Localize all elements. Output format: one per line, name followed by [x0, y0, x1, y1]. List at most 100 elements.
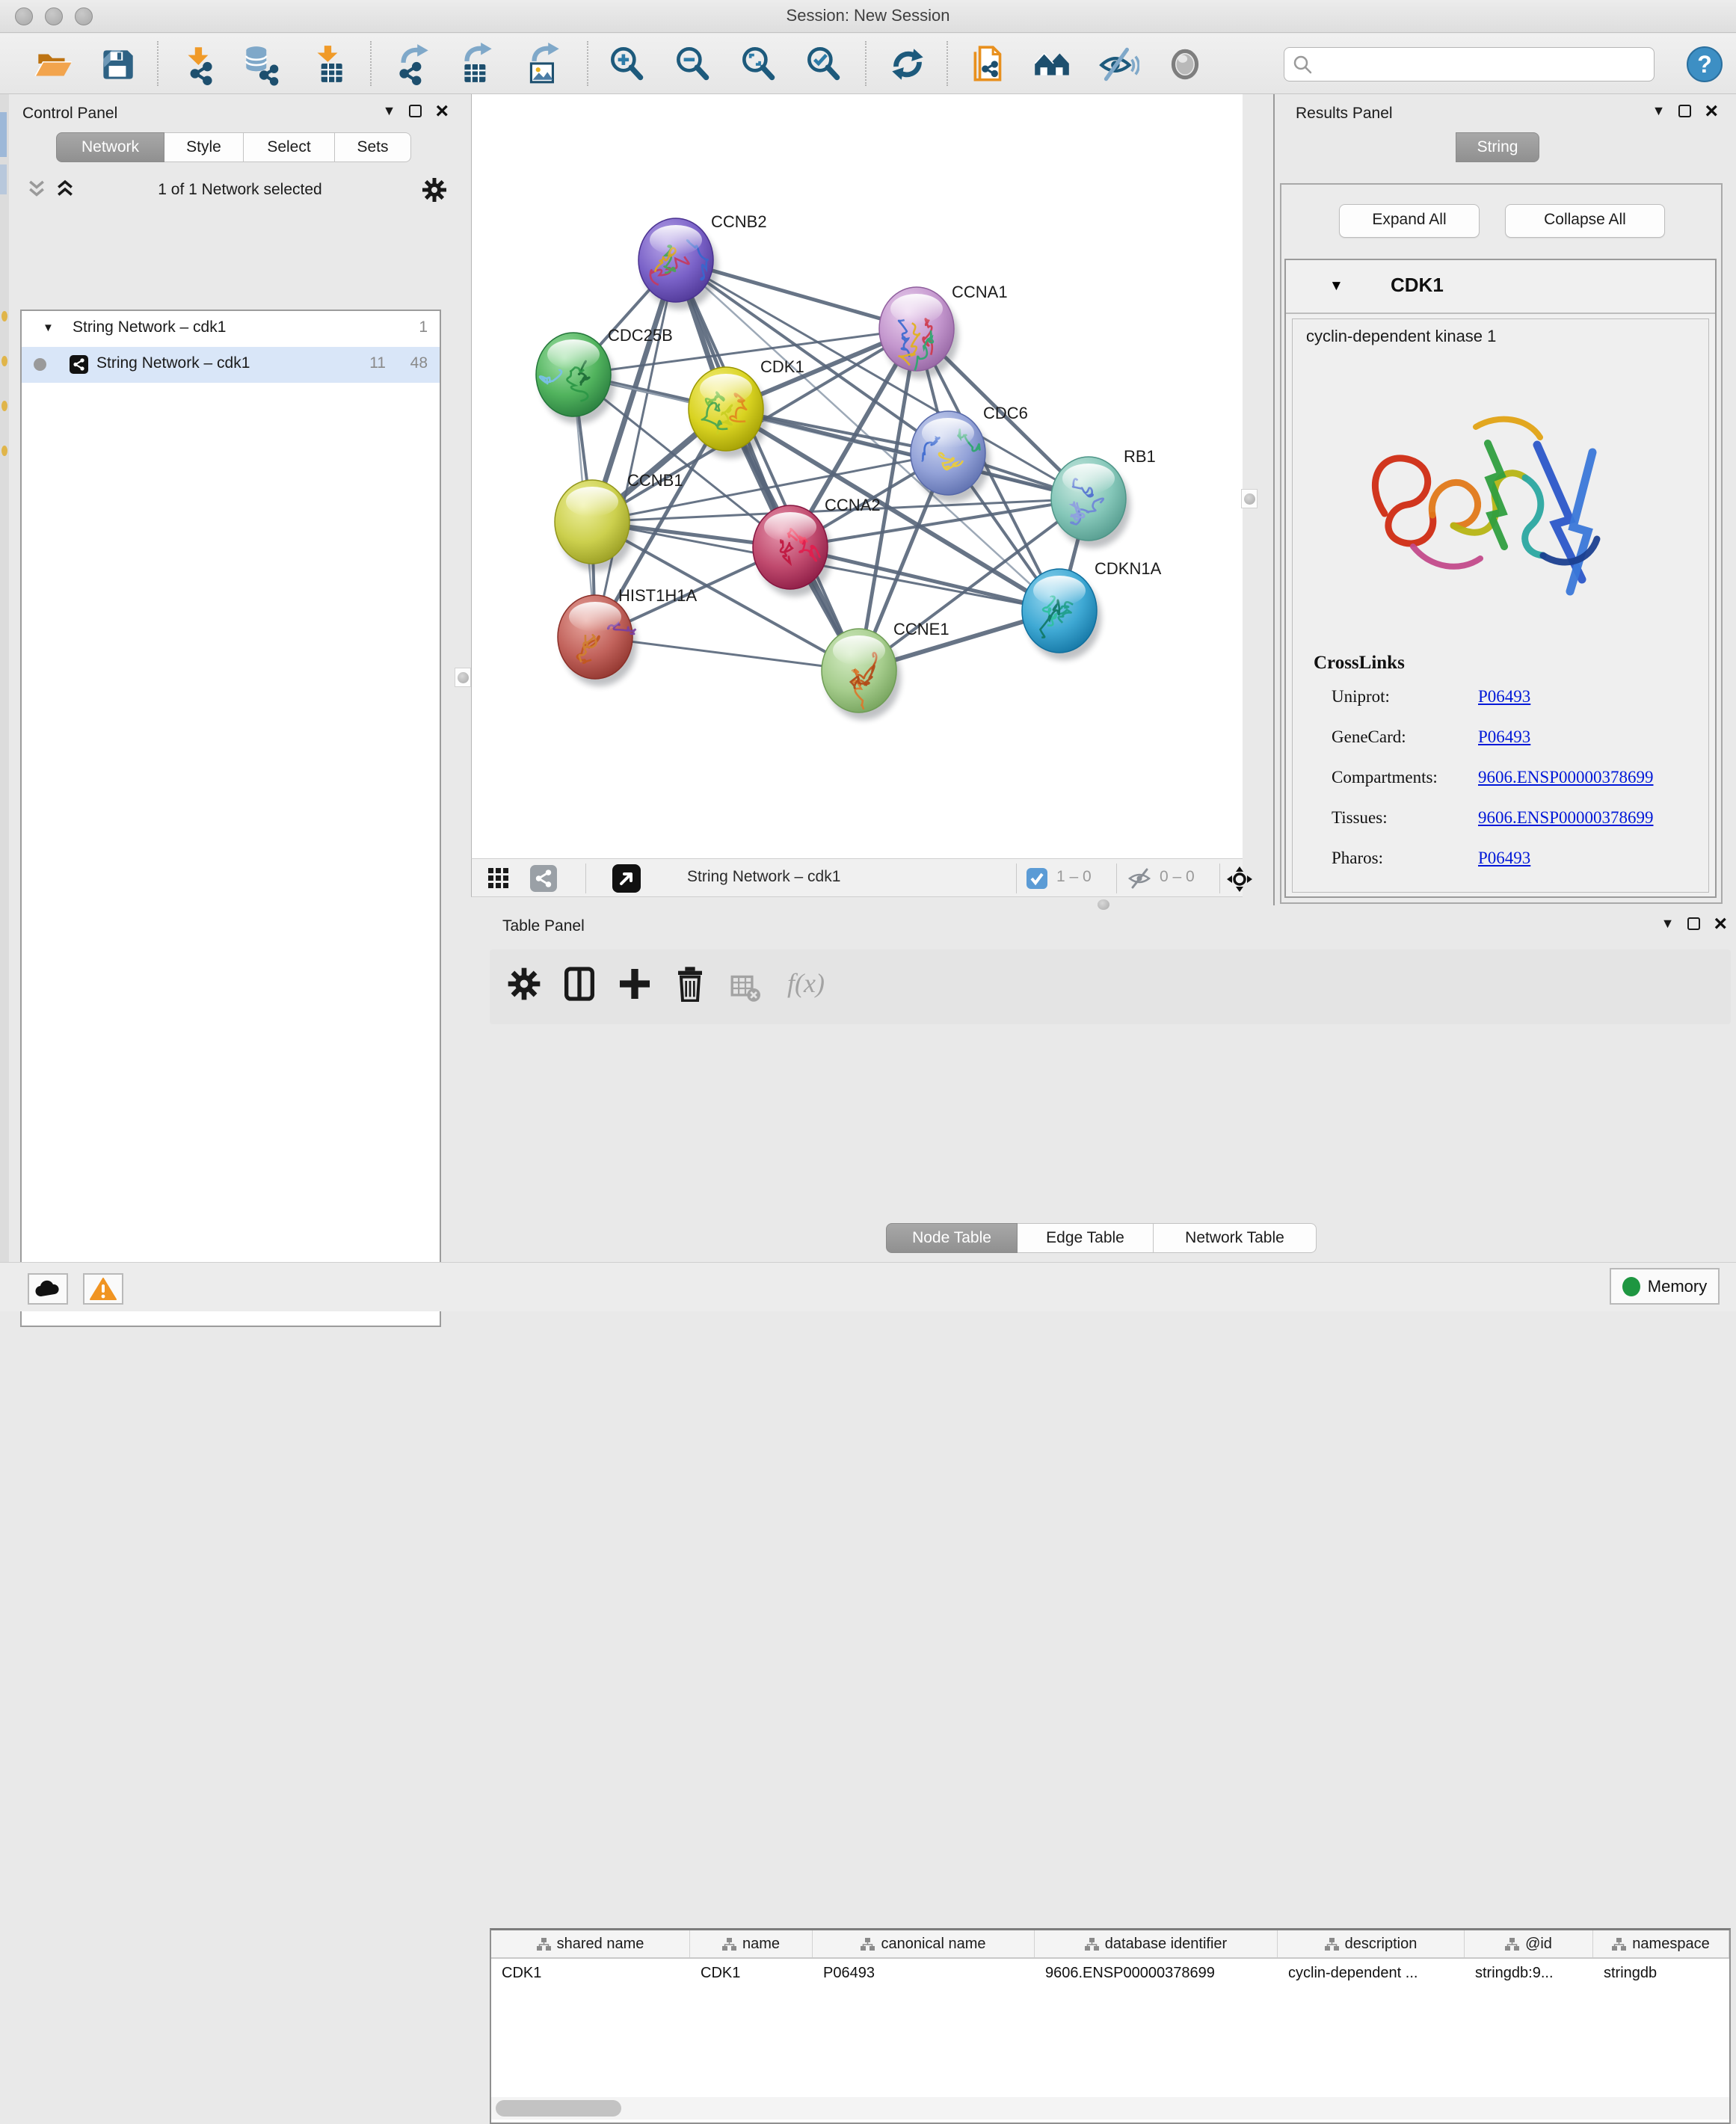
network-canvas[interactable]: CCNB2CCNA1CDC25BCDK1CDC6RB1CCNB1CCNA2CDK… — [471, 94, 1243, 858]
control-panel-menu-icon[interactable]: ▼ — [383, 103, 396, 119]
show-columns-button[interactable] — [561, 966, 600, 1005]
node-CCNB2[interactable]: CCNB2 — [638, 212, 767, 310]
tab-style[interactable]: Style — [164, 132, 244, 162]
tree-expand-icon[interactable]: ▼ — [43, 321, 54, 334]
column-header-namespace[interactable]: namespace — [1593, 1930, 1729, 1957]
crosslink-link[interactable]: P06493 — [1478, 727, 1530, 747]
zoom-out-button[interactable] — [671, 43, 714, 86]
tab-network[interactable]: Network — [56, 132, 164, 162]
delete-column-button[interactable] — [672, 966, 711, 1005]
warnings-button[interactable] — [83, 1273, 123, 1305]
column-header-name[interactable]: name — [690, 1930, 813, 1957]
column-header-database-identifier[interactable]: database identifier — [1035, 1930, 1278, 1957]
zoom-fit-button[interactable] — [736, 43, 780, 86]
help-button[interactable]: ? — [1684, 44, 1728, 87]
table-hscrollbar[interactable] — [491, 2097, 1729, 2120]
cell-namespace[interactable]: stringdb — [1593, 1959, 1729, 1987]
crosslink-link[interactable]: P06493 — [1478, 849, 1530, 868]
node-CCNA1[interactable]: CCNA1 — [879, 283, 1008, 378]
string-import-button[interactable] — [967, 43, 1011, 86]
string-home-button[interactable] — [1030, 43, 1074, 86]
left-splitter-handle[interactable] — [455, 668, 471, 687]
zoom-selected-button[interactable] — [801, 43, 845, 86]
protein-panel-header[interactable]: ▼ CDK1 — [1286, 260, 1715, 314]
selected-nodes-checkbox-icon[interactable] — [1026, 868, 1047, 889]
edge-CCNB2-CCNE1[interactable] — [676, 260, 859, 671]
table-panel-close-icon[interactable]: × — [1714, 917, 1727, 930]
hidden-items-icon[interactable] — [1127, 867, 1152, 890]
toggle-glass-effect-button[interactable] — [1163, 43, 1207, 86]
tab-node-table[interactable]: Node Table — [886, 1223, 1018, 1253]
tab-edge-table[interactable]: Edge Table — [1018, 1223, 1154, 1253]
table-toolbar: f(x) — [490, 949, 1731, 1024]
search-input[interactable] — [1284, 47, 1655, 81]
export-table-button[interactable] — [456, 43, 499, 86]
control-panel-float-icon[interactable] — [409, 105, 422, 117]
protein-description: cyclin-dependent kinase 1 — [1306, 327, 1496, 346]
plus-icon — [617, 966, 653, 1002]
import-network-file-button[interactable] — [178, 43, 221, 86]
tab-string[interactable]: String — [1456, 132, 1539, 162]
node-label-CCNE1: CCNE1 — [893, 620, 949, 638]
collapse-section-icon[interactable]: ▼ — [1329, 278, 1343, 295]
birdseye-view-button[interactable] — [612, 864, 641, 893]
right-splitter-handle[interactable] — [1241, 489, 1258, 508]
column-header-description[interactable]: description — [1278, 1930, 1465, 1957]
fit-content-button[interactable] — [1225, 865, 1254, 893]
network-panel-gear-button[interactable] — [421, 176, 448, 203]
crosslink-link[interactable]: 9606.ENSP00000378699 — [1478, 768, 1654, 787]
collapse-all-button[interactable]: Collapse All — [1505, 204, 1665, 238]
node-CDKN1A[interactable]: CDKN1A — [1022, 559, 1162, 660]
control-panel-close-icon[interactable]: × — [435, 105, 449, 117]
export-network-button[interactable] — [391, 43, 434, 86]
node-CCNB1[interactable]: CCNB1 — [555, 471, 683, 571]
expand-all-button[interactable]: Expand All — [1339, 204, 1480, 238]
results-panel-menu-icon[interactable]: ▼ — [1652, 103, 1666, 119]
create-column-button[interactable] — [617, 966, 656, 1005]
edge-CCNB2-HIST1H1A[interactable] — [595, 260, 676, 637]
column-header-shared-name[interactable]: shared name — [491, 1930, 690, 1957]
cell-canonical-name[interactable]: P06493 — [813, 1959, 1035, 1987]
tab-select[interactable]: Select — [244, 132, 335, 162]
zoom-in-button[interactable] — [605, 43, 648, 86]
cell-description[interactable]: cyclin-dependent ... — [1278, 1959, 1465, 1987]
table-panel-float-icon[interactable] — [1687, 917, 1700, 930]
export-image-button[interactable] — [522, 43, 565, 86]
network-collection-row[interactable]: ▼ String Network – cdk1 1 — [22, 311, 440, 347]
column-header-canonical-name[interactable]: canonical name — [813, 1930, 1035, 1957]
open-session-button[interactable] — [31, 43, 75, 86]
grid-view-button[interactable] — [487, 866, 512, 890]
import-table-file-button[interactable] — [307, 43, 350, 86]
results-panel-float-icon[interactable] — [1678, 105, 1691, 117]
control-panel: Control Panel ▼ × NetworkStyleSelectSets… — [9, 94, 471, 1262]
table-row[interactable]: CDK1CDK1P064939606.ENSP00000378699cyclin… — [491, 1959, 1729, 1987]
cell-name[interactable]: CDK1 — [690, 1959, 813, 1987]
function-builder-button-disabled[interactable]: f(x) — [787, 967, 855, 1006]
memory-button[interactable]: Memory — [1610, 1268, 1720, 1305]
crosslink-link[interactable]: P06493 — [1478, 687, 1530, 707]
toggle-structure-images-button[interactable] — [1096, 43, 1139, 86]
refresh-view-button[interactable] — [886, 43, 929, 86]
save-session-button[interactable] — [96, 43, 139, 86]
cell-@id[interactable]: stringdb:9... — [1465, 1959, 1593, 1987]
node-RB1[interactable]: RB1 — [1051, 447, 1156, 548]
results-panel-close-icon[interactable]: × — [1705, 105, 1718, 117]
tab-network-table[interactable]: Network Table — [1154, 1223, 1317, 1253]
table-panel-menu-icon[interactable]: ▼ — [1661, 916, 1675, 932]
node-CDK1[interactable]: CDK1 — [689, 357, 804, 458]
columns-icon — [561, 966, 597, 1002]
cell-database-identifier[interactable]: 9606.ENSP00000378699 — [1035, 1959, 1278, 1987]
network-share-view-button[interactable] — [530, 865, 557, 892]
node-CCNE1[interactable]: CCNE1 — [822, 620, 949, 720]
tab-sets[interactable]: Sets — [335, 132, 411, 162]
cell-shared-name[interactable]: CDK1 — [491, 1959, 690, 1987]
import-network-database-button[interactable] — [239, 43, 283, 86]
table-hscrollbar-thumb[interactable] — [496, 2100, 621, 2117]
node-HIST1H1A[interactable]: HIST1H1A — [558, 586, 697, 686]
cloud-status-button[interactable] — [28, 1273, 68, 1305]
crosslink-link[interactable]: 9606.ENSP00000378699 — [1478, 808, 1654, 828]
network-row-selected[interactable]: String Network – cdk1 11 48 — [22, 347, 440, 383]
table-settings-button[interactable] — [506, 966, 545, 1005]
column-header-@id[interactable]: @id — [1465, 1930, 1593, 1957]
delete-table-button-disabled[interactable] — [730, 973, 769, 1012]
